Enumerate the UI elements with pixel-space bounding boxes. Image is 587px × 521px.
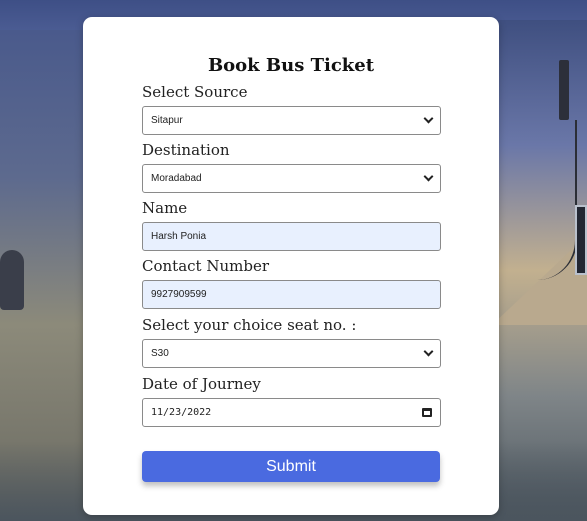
name-label: Name — [142, 199, 188, 217]
power-wire — [507, 120, 577, 280]
chevron-down-icon — [423, 113, 434, 124]
calendar-icon[interactable] — [422, 408, 432, 417]
seat-value: S30 — [151, 348, 169, 359]
chevron-down-icon — [423, 346, 434, 357]
source-select[interactable]: Sitapur — [142, 106, 441, 135]
source-value: Sitapur — [151, 115, 183, 126]
destination-label: Destination — [142, 141, 230, 159]
source-label: Select Source — [142, 83, 248, 101]
contact-value: 9927909599 — [151, 289, 207, 300]
booking-form-card: Book Bus Ticket Select Source Sitapur De… — [83, 17, 499, 515]
chevron-down-icon — [423, 171, 434, 182]
seat-select[interactable]: S30 — [142, 339, 441, 368]
contact-label: Contact Number — [142, 257, 269, 275]
destination-select[interactable]: Moradabad — [142, 164, 441, 193]
submit-button[interactable]: Submit — [142, 451, 440, 482]
date-label: Date of Journey — [142, 375, 261, 393]
contact-input[interactable]: 9927909599 — [142, 280, 441, 309]
form-title: Book Bus Ticket — [207, 55, 375, 76]
street-pole — [559, 60, 569, 120]
destination-value: Moradabad — [151, 173, 202, 184]
name-input[interactable]: Harsh Ponia — [142, 222, 441, 251]
date-value: 11/23/2022 — [151, 407, 212, 418]
street-sign — [575, 205, 587, 275]
character-figure — [0, 250, 24, 310]
name-value: Harsh Ponia — [151, 231, 207, 242]
seat-label: Select your choice seat no. : — [142, 316, 357, 334]
date-input[interactable]: 11/23/2022 — [142, 398, 441, 427]
